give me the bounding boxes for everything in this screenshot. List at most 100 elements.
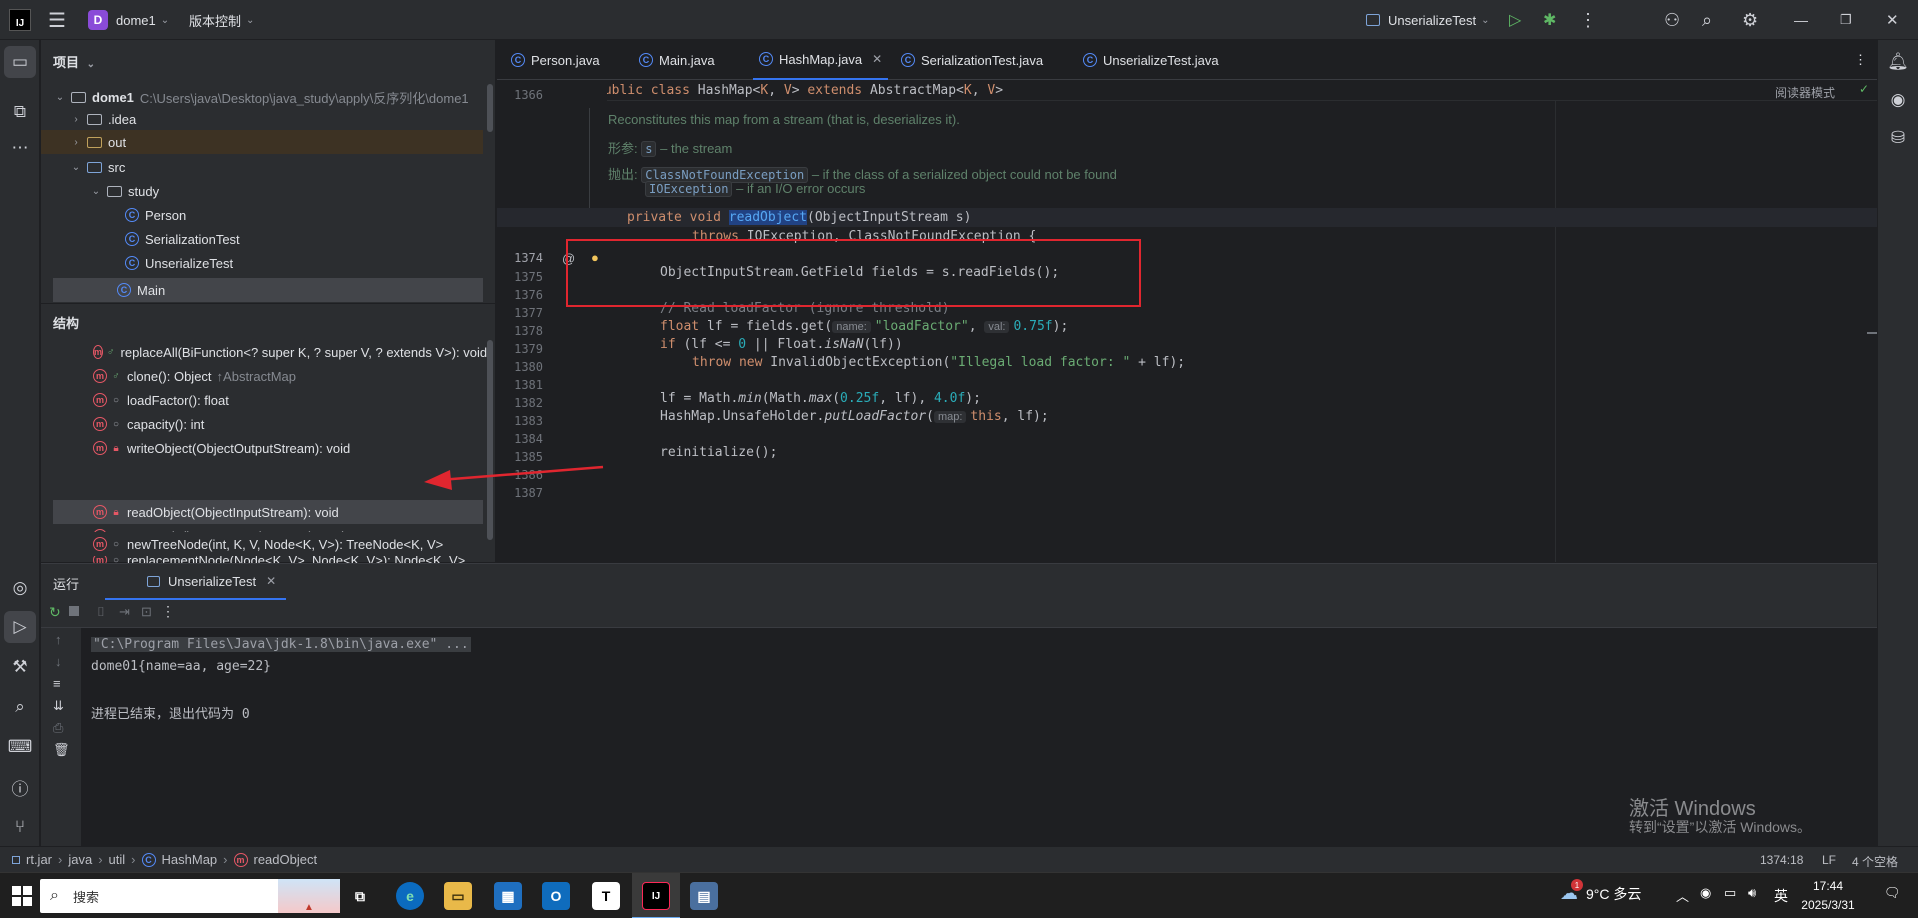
- code-line-1387[interactable]: reinitialize();: [660, 445, 777, 460]
- code-line-1384[interactable]: lf = Math.min(Math.max(0.25f, lf), 4.0f)…: [660, 391, 981, 406]
- search-icon[interactable]: ⌕: [1702, 0, 1712, 40]
- ai-assistant-icon[interactable]: ◉: [1882, 84, 1914, 116]
- run-tool-icon[interactable]: ▷: [4, 611, 36, 643]
- problems-icon[interactable]: ⓘ: [4, 771, 36, 803]
- close-tab-icon[interactable]: ✕: [266, 574, 276, 588]
- microsoft-store-icon[interactable]: ▦: [494, 882, 522, 910]
- breadcrumb-item[interactable]: util: [109, 852, 126, 867]
- find-icon[interactable]: ⌕: [4, 691, 36, 723]
- terminal-icon[interactable]: ⌨: [4, 731, 36, 763]
- debug-icon[interactable]: ✱: [1543, 0, 1556, 40]
- tree-item-out[interactable]: › out: [41, 130, 483, 154]
- tree-item-serializationtest[interactable]: C SerializationTest: [41, 227, 483, 251]
- file-explorer-icon[interactable]: ▭: [444, 882, 472, 910]
- code-line-1385[interactable]: HashMap.UnsafeHolder.putLoadFactor(map: t…: [660, 409, 1049, 424]
- git-icon[interactable]: ⑂: [4, 811, 36, 843]
- tab-main[interactable]: C Main.java: [639, 40, 715, 80]
- scroll-to-end-icon[interactable]: ⇊: [53, 698, 64, 714]
- rerun-icon[interactable]: ↻: [49, 604, 61, 621]
- more-tools-icon[interactable]: ⋯: [4, 132, 36, 164]
- stop-icon[interactable]: [69, 606, 79, 616]
- code-line-1381[interactable]: if (lf <= 0 || Float.isNaN(lf)): [660, 337, 903, 352]
- breadcrumb-item[interactable]: readObject: [254, 852, 318, 867]
- close-tab-icon[interactable]: ✕: [872, 52, 882, 66]
- ime-indicator[interactable]: 英: [1774, 886, 1788, 906]
- layout-icon[interactable]: ⊡: [141, 604, 152, 620]
- tree-item-study[interactable]: ⌄ study: [41, 179, 483, 203]
- close-icon[interactable]: ✕: [1886, 0, 1899, 40]
- add-user-icon[interactable]: ⚇: [1664, 0, 1680, 40]
- tree-item-person[interactable]: C Person: [41, 203, 483, 227]
- exit-icon[interactable]: ⇥: [119, 604, 130, 620]
- structure-scrollbar[interactable]: [487, 340, 493, 540]
- camera-icon[interactable]: ⌷: [97, 604, 105, 620]
- settings-icon[interactable]: ⚙: [1742, 0, 1758, 40]
- tree-item-idea[interactable]: › .idea: [41, 107, 483, 131]
- volume-icon[interactable]: 🔊︎: [1748, 885, 1756, 901]
- clock[interactable]: 17:44 2025/3/31: [1798, 877, 1858, 915]
- structure-item-clone[interactable]: m ♂ clone(): Object ↑AbstractMap: [41, 364, 483, 388]
- tree-item-src[interactable]: ⌄ src: [41, 155, 483, 179]
- reader-mode-toggle[interactable]: 阅读器模式: [1775, 84, 1835, 101]
- weather-widget[interactable]: ☁ 1 9°C 多云: [1560, 879, 1641, 904]
- services-icon[interactable]: ◎: [4, 572, 36, 604]
- code-line-1382[interactable]: throw new InvalidObjectException("Illega…: [692, 355, 1185, 370]
- tab-unserializetest[interactable]: C UnserializeTest.java: [1083, 40, 1219, 80]
- breadcrumb-item[interactable]: HashMap: [162, 852, 218, 867]
- notifications-icon[interactable]: 🔔︎: [1882, 46, 1914, 78]
- network-icon[interactable]: ▭: [1724, 885, 1736, 901]
- structure-item-loadfactor[interactable]: m ○ loadFactor(): float: [41, 388, 483, 412]
- maximize-icon[interactable]: ❐: [1840, 0, 1852, 40]
- tree-item-root[interactable]: ⌄ dome1 C:\Users\java\Desktop\java_study…: [41, 85, 483, 109]
- structure-item-replaceall[interactable]: m ♂ replaceAll(BiFunction<? super K, ? su…: [41, 340, 487, 364]
- project-switcher[interactable]: D dome1 ⌄: [88, 0, 169, 40]
- structure-item-readobject[interactable]: m 🔒︎ readObject(ObjectInputStream): void: [53, 500, 483, 524]
- print-icon[interactable]: ⎙: [53, 720, 63, 736]
- structure-tool-icon[interactable]: ⧉: [4, 96, 36, 128]
- cursor-position[interactable]: 1374:18: [1760, 853, 1803, 867]
- run-config-selector[interactable]: UnserializeTest ⌄: [1366, 0, 1490, 40]
- tab-person[interactable]: C Person.java: [511, 40, 600, 80]
- breadcrumb-item[interactable]: rt.jar: [26, 852, 52, 867]
- breadcrumb-item[interactable]: java: [68, 852, 92, 867]
- calculator-icon[interactable]: ▤: [690, 882, 718, 910]
- structure-item-capacity[interactable]: m ○ capacity(): int: [41, 412, 483, 436]
- down-arrow-icon[interactable]: ↓: [55, 654, 62, 669]
- console-command-line[interactable]: "C:\Program Files\Java\jdk-1.8\bin\java.…: [91, 637, 471, 652]
- build-icon[interactable]: ⚒: [4, 651, 36, 683]
- up-arrow-icon[interactable]: ↑: [55, 632, 62, 647]
- taskbar-search-box[interactable]: ⌕ 搜索 ▲: [40, 879, 340, 913]
- more-options-icon[interactable]: ⋮: [161, 603, 175, 620]
- typora-icon[interactable]: T: [592, 882, 620, 910]
- project-panel-header[interactable]: 项目 ⌄: [53, 52, 95, 71]
- tray-app-icon[interactable]: ◉: [1700, 885, 1711, 901]
- main-menu-icon[interactable]: ☰: [48, 0, 66, 40]
- trash-icon[interactable]: 🗑︎: [53, 742, 70, 758]
- project-scrollbar[interactable]: [487, 84, 493, 132]
- tree-item-unserializetest[interactable]: C UnserializeTest: [41, 251, 483, 275]
- task-view-icon[interactable]: ⧉: [346, 882, 374, 910]
- tray-expand-icon[interactable]: ︿: [1676, 886, 1689, 905]
- notification-center-icon[interactable]: 🗨︎: [1884, 885, 1901, 901]
- more-options-icon[interactable]: ⋮: [1579, 0, 1597, 40]
- code-line-1380[interactable]: float lf = fields.get(name: "loadFactor",…: [660, 319, 1068, 334]
- tab-hashmap[interactable]: C HashMap.java ✕: [753, 40, 889, 80]
- code-line-1374[interactable]: private void readObject(ObjectInputStrea…: [627, 210, 971, 225]
- indent-setting[interactable]: 4 个空格: [1852, 853, 1898, 870]
- app-icon[interactable]: IJ: [9, 0, 31, 40]
- project-tool-icon[interactable]: ▭: [4, 46, 36, 78]
- line-ending[interactable]: LF: [1822, 853, 1836, 867]
- run-icon[interactable]: ▷: [1509, 0, 1521, 40]
- doc-exception-link[interactable]: IOException: [645, 181, 733, 197]
- scroll-marker[interactable]: [1867, 332, 1877, 334]
- outlook-icon[interactable]: O: [542, 882, 570, 910]
- database-icon[interactable]: ⛁: [1882, 122, 1914, 154]
- run-tab[interactable]: UnserializeTest ✕: [105, 564, 287, 600]
- edge-browser-icon[interactable]: e: [396, 882, 424, 910]
- minimize-icon[interactable]: —: [1794, 0, 1808, 40]
- tab-serializationtest[interactable]: C SerializationTest.java: [901, 40, 1043, 80]
- tab-options-icon[interactable]: ⋮: [1854, 40, 1867, 80]
- soft-wrap-icon[interactable]: ≡: [53, 676, 61, 691]
- taskbar-active-app[interactable]: IJ: [632, 873, 680, 918]
- vcs-menu[interactable]: 版本控制 ⌄: [189, 0, 254, 40]
